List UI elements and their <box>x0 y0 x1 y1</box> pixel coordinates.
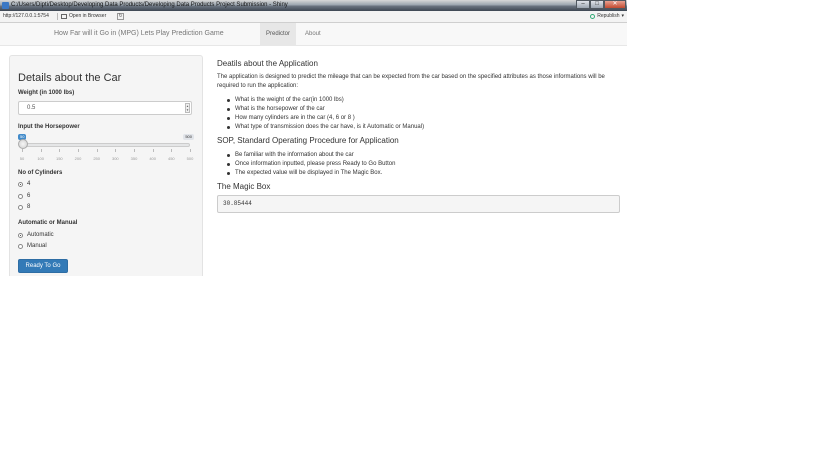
slider-tick-label: 500 <box>186 156 194 161</box>
cylinders-label: No of Cylinders <box>18 170 63 176</box>
sidebar-content: Details about the Car Weight (in 1000 lb… <box>9 0 203 276</box>
sop-heading: SOP, Standard Operating Procedure for Ap… <box>217 136 399 145</box>
window-controls: – □ ✕ <box>576 0 626 9</box>
cylinders-option-8[interactable]: 8 <box>18 204 30 210</box>
transmission-label: Automatic or Manual <box>18 220 78 226</box>
app-heading: Deatils about the Application <box>217 59 318 68</box>
cylinders-option-4[interactable]: 4 <box>18 181 30 187</box>
slider-tick <box>134 149 135 152</box>
list-item: Be familiar with the information about t… <box>226 151 395 160</box>
republish-button[interactable]: Republish ▾ <box>590 11 624 22</box>
tab-predictor[interactable]: Predictor <box>260 23 297 45</box>
magic-box-heading: The Magic Box <box>217 182 271 191</box>
list-item: What is the horsepower of the car <box>226 105 424 114</box>
slider-handle[interactable] <box>18 139 28 149</box>
weight-value: 0.5 <box>27 105 36 111</box>
horsepower-label: Input the Horsepower <box>18 124 80 130</box>
slider-tick-label: 450 <box>167 156 175 161</box>
slider-tick-label: 400 <box>149 156 156 161</box>
cylinders-option-6[interactable]: 6 <box>18 193 30 199</box>
list-item: The expected value will be displayed in … <box>226 169 395 178</box>
publish-icon <box>590 14 596 19</box>
sidebar-title: Details about the Car <box>18 72 122 84</box>
weight-input[interactable]: 0.5 ▲ ▼ <box>18 101 192 115</box>
slider-tick <box>40 149 42 152</box>
cylinders-option-label: 8 <box>27 204 31 210</box>
tab-about[interactable]: About <box>299 23 327 45</box>
slider-tick-label: 300 <box>111 156 119 161</box>
radio-selected-icon[interactable] <box>18 181 23 187</box>
app-icon <box>2 2 9 9</box>
slider-ticks: 50 100 150 200 250 300 350 400 450 500 <box>20 149 193 161</box>
radio-icon[interactable] <box>18 193 23 199</box>
republish-label: Republish <box>597 13 620 19</box>
slider-tick <box>22 149 23 152</box>
slider-tick-label: 200 <box>74 156 82 161</box>
close-button[interactable]: ✕ <box>604 0 626 9</box>
sop-list: Be familiar with the information about t… <box>226 151 395 178</box>
radio-icon[interactable] <box>18 243 23 249</box>
app-attribute-list: What is the weight of the car(in 1000 lb… <box>226 96 424 132</box>
slider-tick-label: 350 <box>130 156 138 161</box>
transmission-option-automatic[interactable]: Automatic <box>18 232 54 238</box>
radio-selected-icon[interactable] <box>18 232 23 238</box>
transmission-option-manual[interactable]: Manual <box>18 243 47 249</box>
slider-tick-label: 100 <box>37 156 44 161</box>
slider-tick <box>96 149 98 152</box>
slider-tick <box>115 149 117 152</box>
rstudio-viewer-window: C:/Users/Dipti/Desktop/Developing Data P… <box>0 0 627 276</box>
number-spinner[interactable]: ▲ ▼ <box>185 103 190 113</box>
minimize-button[interactable]: – <box>576 0 590 9</box>
horsepower-slider[interactable]: 50 500 50 100 150 200 250 300 350 400 450 500 <box>18 134 194 164</box>
chevron-down-icon: ▾ <box>621 13 624 19</box>
weight-label: Weight (in 1000 lbs) <box>18 90 75 96</box>
slider-max-label: 500 <box>183 134 194 140</box>
cylinders-option-label: 4 <box>27 181 31 187</box>
slider-track[interactable] <box>22 143 190 147</box>
slider-tick <box>171 149 173 152</box>
app-description: The application is designed to predict t… <box>217 74 605 89</box>
magic-box-output: 30.85444 <box>217 195 620 213</box>
slider-tick <box>152 149 154 152</box>
cylinders-option-label: 6 <box>27 193 31 199</box>
transmission-option-label: Manual <box>27 243 47 249</box>
slider-tick <box>190 149 191 152</box>
list-item: Once information inputted, please press … <box>226 160 395 169</box>
ready-to-go-button[interactable]: Ready To Go <box>18 259 68 273</box>
slider-tick <box>59 149 61 152</box>
maximize-button[interactable]: □ <box>590 0 604 9</box>
list-item: What is the weight of the car(in 1000 lb… <box>226 96 424 105</box>
slider-tick-label: 150 <box>55 156 63 161</box>
list-item: How many cylinders are in the car (4, 6 … <box>226 114 424 123</box>
slider-tick <box>78 149 79 152</box>
list-item: What type of transmission does the car h… <box>226 123 424 132</box>
slider-tick-label: 250 <box>93 156 100 161</box>
slider-tick-label: 50 <box>19 156 25 161</box>
radio-icon[interactable] <box>18 204 23 210</box>
transmission-option-label: Automatic <box>27 232 54 238</box>
